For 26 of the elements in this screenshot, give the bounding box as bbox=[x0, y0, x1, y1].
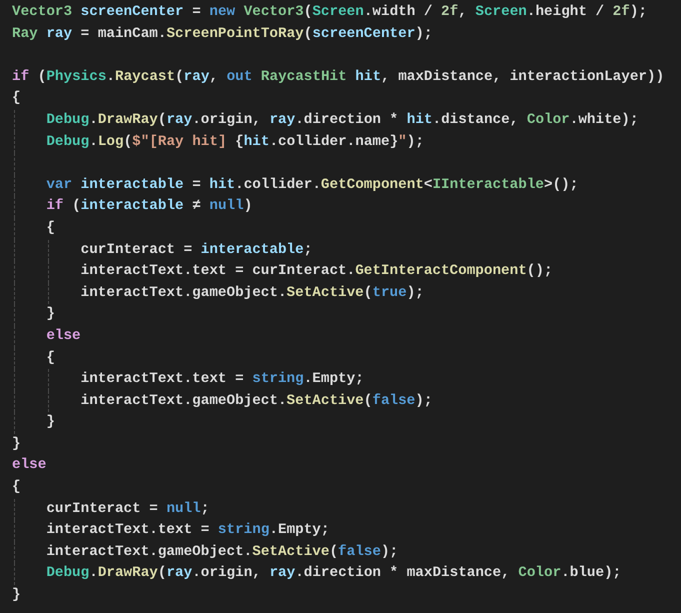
code-line: if (Physics.Raycast(ray, out RaycastHit hit, maxDistance, interactionLayer)) bbox=[12, 68, 664, 87]
code-line: if (interactable ≠ null) bbox=[45, 197, 252, 216]
code-line: interactText.text = string.Empty; bbox=[80, 370, 364, 390]
code-line: Debug.Log($"[Ray hit] {hit.collider.name}"); bbox=[45, 132, 424, 152]
code-line: { bbox=[45, 218, 55, 238]
code-line: curInteract = interactable; bbox=[80, 240, 312, 260]
code-line: interactText.text = curInteract.GetInteractComponent(); bbox=[80, 262, 553, 282]
code-line: Debug.DrawRay(ray.origin, ray.direction * hit.distance, Color.white); bbox=[45, 110, 638, 130]
code-line: { bbox=[12, 89, 21, 108]
code-line: Debug.DrawRay(ray.origin, ray.direction * maxDistance, Color.blue); bbox=[45, 564, 622, 584]
code-line: interactText.gameObject.SetActive(false); bbox=[80, 392, 432, 411]
code-line: Ray ray = mainCam.ScreenPointToRay(screenCenter); bbox=[12, 24, 432, 44]
code-line: else bbox=[12, 456, 46, 476]
code-line: interactText.gameObject.SetActive(false); bbox=[45, 542, 398, 562]
code-line: { bbox=[45, 348, 55, 368]
code-line: interactText.gameObject.SetActive(true); bbox=[80, 284, 424, 303]
code-line: } bbox=[45, 305, 55, 324]
code-line: else bbox=[45, 326, 81, 346]
code-line: Vector3 screenCenter = new Vector3(Screen.width / 2f, Screen.height / 2f); bbox=[12, 3, 648, 22]
code-line: } bbox=[12, 586, 21, 606]
code-line: curInteract = null; bbox=[45, 500, 210, 519]
code-line: { bbox=[12, 478, 21, 498]
code-line: var interactable = hit.collider.GetComponent<IInteractable>(); bbox=[45, 176, 578, 195]
code-line: interactText.text = string.Empty; bbox=[45, 521, 330, 540]
code-line: } bbox=[12, 434, 21, 454]
code-line: } bbox=[45, 413, 55, 432]
